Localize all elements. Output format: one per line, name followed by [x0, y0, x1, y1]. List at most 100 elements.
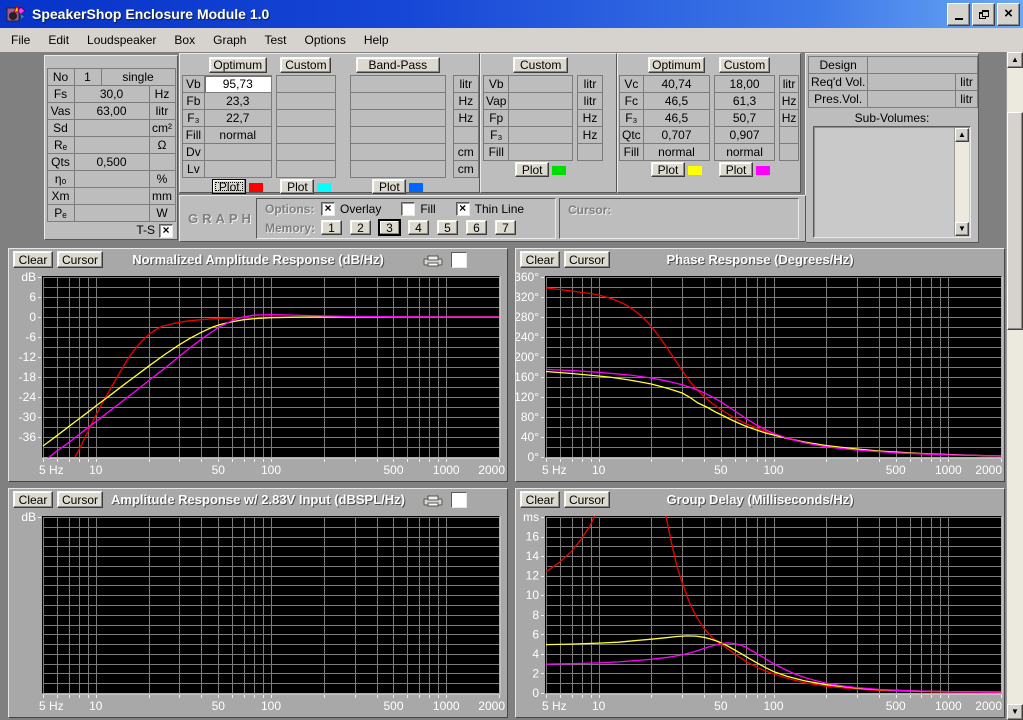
param-value[interactable]	[73, 204, 150, 222]
param-value[interactable]	[275, 74, 337, 93]
param-value2[interactable]: single	[100, 68, 176, 86]
chart-clear-button[interactable]: Clear	[13, 491, 53, 508]
vented-band-pass-button[interactable]: Band-Pass	[355, 56, 440, 73]
checkbox-fill[interactable]	[401, 201, 416, 216]
plot-button-vented-2[interactable]: Plot	[280, 179, 315, 195]
param-value[interactable]	[275, 108, 337, 127]
menu-file[interactable]: File	[2, 30, 39, 50]
memory-button-7[interactable]: 7	[495, 220, 516, 235]
scroll-down-icon[interactable]: ▼	[955, 222, 969, 236]
menu-test[interactable]: Test	[255, 30, 295, 50]
menu-options[interactable]: Options	[295, 30, 354, 50]
param-value[interactable]	[508, 108, 573, 127]
param-value[interactable]: 63,00	[73, 102, 150, 120]
checkbox-thin-line[interactable]: ×	[455, 201, 470, 216]
param-value[interactable]	[349, 108, 446, 127]
printer-icon[interactable]	[423, 495, 443, 507]
param-value[interactable]	[349, 74, 446, 93]
param-value[interactable]: 23,3	[203, 91, 272, 110]
printer-icon[interactable]	[423, 255, 443, 267]
memory-button-4[interactable]: 4	[408, 220, 429, 235]
param-value[interactable]: 50,7	[714, 108, 775, 127]
chart-print-checkbox[interactable]	[451, 492, 467, 508]
menu-loudspeaker[interactable]: Loudspeaker	[78, 30, 165, 50]
param-value[interactable]	[349, 159, 446, 178]
param-value[interactable]	[73, 170, 150, 188]
close-button[interactable]: ×	[997, 2, 1020, 26]
param-value[interactable]	[508, 91, 573, 110]
plot-button-vented-3[interactable]: Plot	[372, 179, 407, 195]
minimize-button[interactable]	[947, 2, 970, 26]
checkbox-overlay[interactable]: ×	[321, 201, 335, 216]
sub-volumes-scrollbar[interactable]: ▲ ▼	[954, 128, 969, 236]
param-value[interactable]: 0,907	[714, 125, 775, 144]
param-value[interactable]: 0,500	[73, 153, 150, 171]
pres-vol-value[interactable]	[867, 90, 957, 108]
param-value[interactable]	[349, 91, 446, 110]
param-value[interactable]	[508, 125, 573, 144]
param-value[interactable]: 18,00	[714, 74, 775, 93]
param-value[interactable]: normal	[203, 125, 272, 144]
sub-volumes-listbox[interactable]: ▲ ▼	[813, 126, 971, 238]
param-value[interactable]: 30,0	[73, 85, 150, 103]
restore-button[interactable]	[972, 2, 995, 26]
param-value[interactable]: normal	[642, 142, 711, 161]
param-value[interactable]	[203, 159, 272, 178]
sealed-optimum-button[interactable]: Optimum	[647, 56, 706, 73]
memory-button-3[interactable]: 3	[379, 220, 400, 235]
memory-button-2[interactable]: 2	[350, 220, 371, 235]
param-value[interactable]	[275, 159, 337, 178]
param-value[interactable]	[203, 142, 272, 161]
menu-edit[interactable]: Edit	[39, 30, 78, 50]
param-value[interactable]	[73, 136, 150, 154]
param-value[interactable]	[275, 142, 337, 161]
menu-help[interactable]: Help	[355, 30, 398, 50]
param-value[interactable]	[508, 142, 573, 161]
ts-checkbox[interactable]: ×	[159, 223, 173, 238]
chart-cursor-button[interactable]: Cursor	[564, 251, 610, 268]
param-value[interactable]: 61,3	[714, 91, 775, 110]
param-value[interactable]: 95,73	[203, 74, 272, 93]
chart-clear-button[interactable]: Clear	[520, 251, 560, 268]
menu-graph[interactable]: Graph	[204, 30, 255, 50]
param-value[interactable]: 40,74	[642, 74, 711, 93]
plot-button-vented-1[interactable]: Plot	[212, 179, 247, 195]
param-value[interactable]: 0,707	[642, 125, 711, 144]
sealed-custom-button[interactable]: Custom	[719, 56, 770, 73]
chart-cursor-button[interactable]: Cursor	[564, 491, 610, 508]
param-value[interactable]	[349, 142, 446, 161]
plot-button-bandpass-1[interactable]: Plot	[515, 162, 550, 178]
param-value[interactable]: 46,5	[642, 108, 711, 127]
plot-button-sealed-1[interactable]: Plot	[651, 162, 686, 178]
vented-optimum-button[interactable]: Optimum	[208, 56, 267, 73]
param-value[interactable]: normal	[714, 142, 775, 161]
chart-print-checkbox[interactable]	[451, 252, 467, 268]
scroll-down-icon[interactable]: ▼	[1007, 704, 1023, 720]
chart-cursor-button[interactable]: Cursor	[57, 251, 103, 268]
param-value[interactable]	[508, 74, 573, 93]
memory-button-6[interactable]: 6	[466, 220, 487, 235]
reqd-vol-value[interactable]	[867, 73, 957, 91]
param-value[interactable]	[349, 125, 446, 144]
scrollbar-thumb[interactable]	[1007, 112, 1023, 330]
param-value[interactable]: 46,5	[642, 91, 711, 110]
menu-box[interactable]: Box	[165, 30, 204, 50]
memory-button-5[interactable]: 5	[437, 220, 458, 235]
bandpass-custom-button[interactable]: Custom	[513, 56, 568, 73]
plot-button-sealed-2[interactable]: Plot	[719, 162, 754, 178]
design-header-value[interactable]	[867, 56, 978, 74]
scroll-up-icon[interactable]: ▲	[1007, 52, 1023, 68]
param-value[interactable]	[73, 119, 150, 137]
param-value[interactable]: 22,7	[203, 108, 272, 127]
memory-button-1[interactable]: 1	[321, 220, 342, 235]
main-vertical-scrollbar[interactable]: ▲ ▼	[1006, 52, 1023, 720]
chart-clear-button[interactable]: Clear	[520, 491, 560, 508]
param-value[interactable]: 1	[73, 68, 102, 86]
vented-custom-button[interactable]: Custom	[280, 56, 332, 73]
param-value[interactable]	[73, 187, 150, 205]
chart-clear-button[interactable]: Clear	[13, 251, 53, 268]
chart-cursor-button[interactable]: Cursor	[57, 491, 103, 508]
param-value[interactable]	[275, 125, 337, 144]
scroll-up-icon[interactable]: ▲	[955, 128, 969, 142]
param-value[interactable]	[275, 91, 337, 110]
